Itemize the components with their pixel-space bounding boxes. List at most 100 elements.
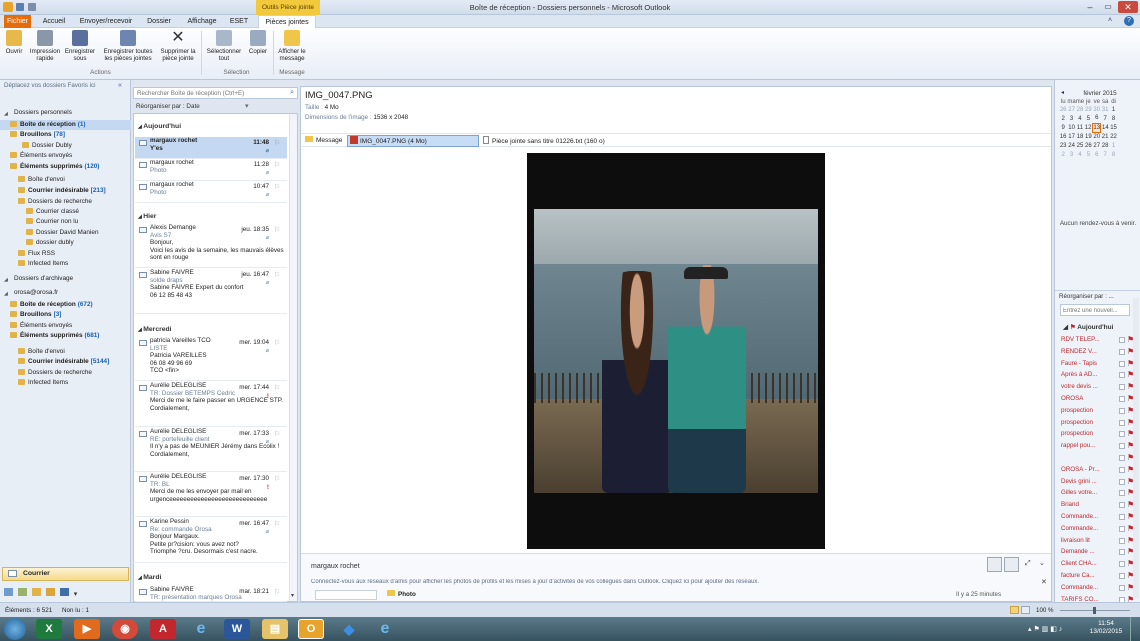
nav-folder[interactable]: ◢ Dossiers d'archivage [0,274,131,284]
nav-folder[interactable]: Flux RSS [0,249,131,259]
date-group-header[interactable]: ◢ Hier [138,213,156,220]
calendar-day[interactable]: 16 [1059,132,1067,141]
contact-photo-icon[interactable] [987,557,1002,572]
flag-icon[interactable]: ⚐ [274,589,284,597]
task-checkbox[interactable] [1119,502,1125,509]
calendar-day[interactable]: 11 [1076,123,1084,132]
task-item[interactable]: prospection ⚑ [1061,417,1137,429]
task-scrollbar[interactable] [1133,298,1139,598]
folder-list-icon[interactable] [45,588,55,596]
task-checkbox[interactable] [1119,337,1125,343]
task-item[interactable]: facture Ca... ⚑ [1061,570,1137,582]
new-task-input[interactable] [1063,306,1127,315]
task-checkbox[interactable] [1119,514,1125,520]
tab-dossier[interactable]: Dossier [142,15,176,28]
message-item[interactable]: Alexis Demange jeu. 18:35 Avis S7 Bonjour, … [135,224,287,268]
task-sort-label[interactable]: Réorganiser par : ... [1059,293,1114,300]
calendar-day[interactable]: 5 [1084,114,1092,123]
task-checkbox[interactable] [1119,348,1125,355]
nav-folder[interactable]: Éléments envoyés [0,151,131,161]
chrome-icon[interactable]: ◉ [112,619,138,639]
task-item[interactable]: ⚑ [1061,452,1137,464]
task-checkbox[interactable] [1119,584,1125,591]
search-icon[interactable]: ⌕ [290,89,294,97]
calendar-day[interactable]: 26 [1084,141,1092,150]
flag-icon[interactable]: ⚐ [274,476,284,484]
flag-icon[interactable]: ⚐ [274,272,284,280]
tab-affichage[interactable]: Affichage [182,15,222,28]
flag-icon[interactable]: ⚐ [274,184,284,192]
message-item[interactable]: Aurélie DELEGLISE mer. 17:30 TR: BL Merci d… [135,473,287,517]
task-item[interactable]: Après à AD... ⚑ [1061,369,1137,381]
calendar-day[interactable]: 2 [1059,114,1067,123]
date-group-header[interactable]: ◢ Mardi [138,574,161,581]
task-item[interactable]: rappel pou... ⚑ [1061,440,1137,452]
nav-courrier-button[interactable]: Courrier [2,567,129,581]
open-button[interactable]: Ouvrir [2,30,26,55]
task-checkbox[interactable] [1119,561,1125,568]
close-button[interactable]: ✕ [1118,1,1138,13]
task-checkbox[interactable] [1119,573,1125,579]
nav-folder[interactable]: Infected Items [0,378,131,388]
nav-folder[interactable]: Dossiers de recherche [0,368,131,378]
nav-folder[interactable]: dossier dubly [0,238,131,248]
calendar-day[interactable]: 12 [1084,123,1092,132]
nav-folder[interactable]: Brouillons [3] [0,310,131,320]
tray-icons[interactable]: ▴ ⚑ ▥ ◧ ♪ [1028,625,1062,633]
nav-folder[interactable]: Dossier Dubly [0,141,131,151]
task-item[interactable]: prospection ⚑ [1061,428,1137,440]
nav-folder[interactable]: Boîte de réception (1) [0,120,131,130]
nav-folder[interactable]: Éléments envoyés [0,321,131,331]
word-icon[interactable]: W [224,619,250,639]
task-checkbox[interactable] [1119,525,1125,532]
scroll-down-icon[interactable]: ▾ [291,592,297,599]
nav-folder[interactable]: Boîte d'envoi [0,175,131,185]
normal-view-icon[interactable] [1010,606,1019,614]
nav-folder[interactable]: ◢ orosa@orosa.fr [0,288,131,298]
task-item[interactable]: Faure - Tapis ⚑ [1061,358,1137,370]
media-player-icon[interactable]: ▶ [74,619,100,639]
zoom-thumb[interactable] [1093,607,1096,614]
quick-print-button[interactable]: Impression rapide [28,30,62,62]
task-checkbox[interactable] [1119,455,1125,461]
task-checkbox[interactable] [1119,537,1125,544]
nav-folder[interactable]: Éléments supprimés (120) [0,162,131,172]
internet-explorer-icon[interactable]: e [372,619,398,639]
date-group-header[interactable]: ◢ Aujourd'hui [138,123,181,130]
people-activity[interactable]: Photo [387,590,416,600]
contact-photo-icon[interactable] [1004,557,1019,572]
task-checkbox[interactable] [1119,490,1125,497]
configure-buttons-icon[interactable]: ▾ [74,590,83,598]
ribbon-minimize-icon[interactable]: ˄ [1108,17,1116,25]
save-all-attachments-button[interactable]: Enregistrer toutes les pièces jointes [99,30,157,62]
save-as-button[interactable]: Enregistrer sous [63,30,97,62]
task-checkbox[interactable] [1119,466,1125,473]
flag-icon[interactable]: ⚐ [274,385,284,393]
message-item[interactable]: margaux rochet 11:48 Y'es ⚐ ⌀ [135,137,287,159]
task-item[interactable]: Briand ⚑ [1061,499,1137,511]
flag-icon[interactable]: ⚐ [274,521,284,529]
calendar-day[interactable]: 18 [1076,132,1084,141]
close-hint-icon[interactable]: ✕ [1041,578,1047,586]
scrollbar[interactable]: ▾ [289,114,297,601]
expand-people-icon[interactable]: ⤢ [1025,560,1031,568]
task-item[interactable]: RDV TELEP... ⚑ [1061,334,1137,346]
help-icon[interactable]: ? [1124,16,1134,26]
nav-folder[interactable]: Courrier classé [0,207,131,217]
minimize-button[interactable]: – [1082,1,1098,13]
calendar-day[interactable]: 10 [1067,123,1075,132]
people-tab[interactable] [315,590,377,600]
calendar-day[interactable]: 4 [1076,114,1084,123]
people-chevron-icon[interactable]: ⌄ [1039,559,1045,567]
message-item[interactable]: margaux rochet 11:28 Photo ⚐ ⌀ [135,159,287,181]
calendar-day[interactable]: 15 [1109,123,1117,132]
search-box[interactable]: ⌕ [133,87,298,99]
message-item[interactable]: Aurélie DELEGLISE mer. 17:44 TR: Dossier B… [135,382,287,427]
task-item[interactable]: livraison lit ⚑ [1061,535,1137,547]
task-item[interactable]: OROSA - Pr... ⚑ [1061,464,1137,476]
calendar-day[interactable]: 2 [1059,150,1067,159]
notes-icon[interactable] [31,588,41,596]
nav-folder[interactable]: Courrier non lu [0,217,131,227]
task-item[interactable]: Client CHA... ⚑ [1061,558,1137,570]
task-item[interactable]: Gilles votre... ⚑ [1061,487,1137,499]
